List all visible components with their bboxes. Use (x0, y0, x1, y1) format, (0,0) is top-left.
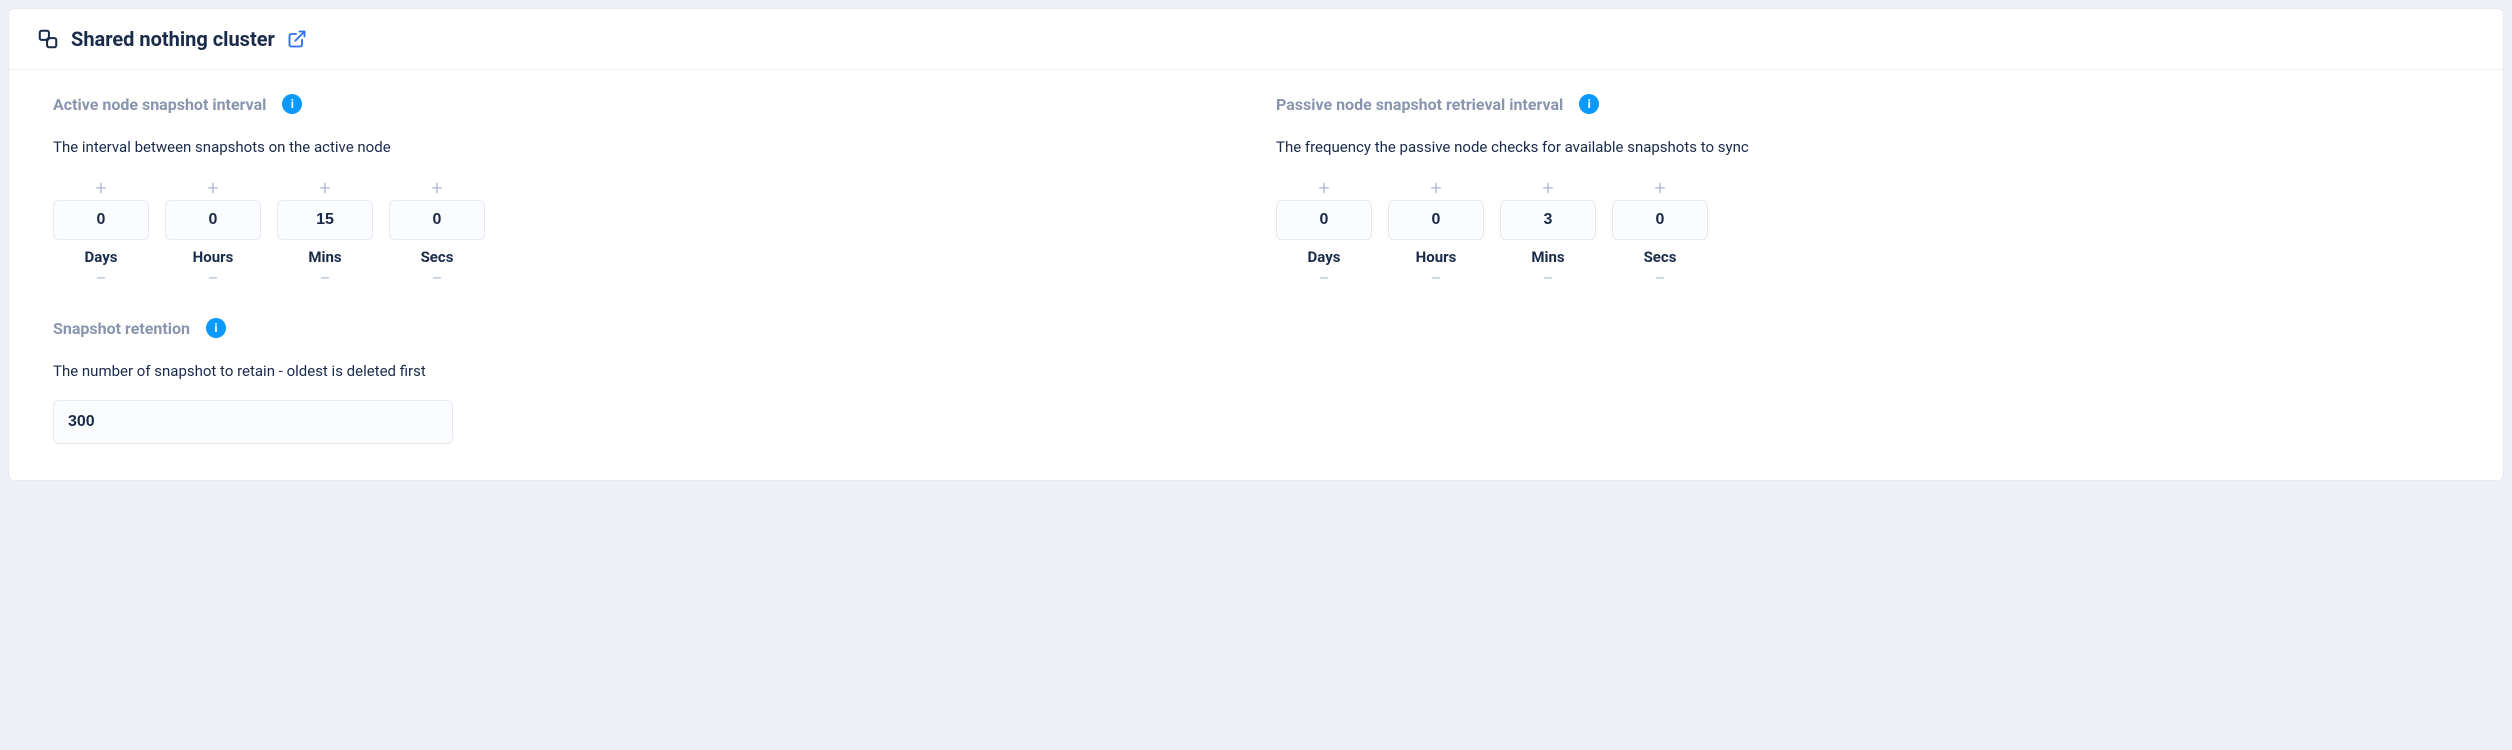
days-input[interactable] (53, 200, 149, 240)
info-icon[interactable]: i (282, 94, 302, 114)
time-unit-label: Mins (308, 248, 341, 266)
info-icon[interactable]: i (206, 318, 226, 338)
decrement-button[interactable]: − (1612, 266, 1708, 290)
panel-header: Shared nothing cluster (9, 9, 2503, 70)
passive-interval-title: Passive node snapshot retrieval interval (1276, 95, 1563, 114)
increment-button[interactable]: + (53, 176, 149, 200)
time-unit-secs: + Secs − (1612, 176, 1708, 290)
increment-button[interactable]: + (165, 176, 261, 200)
hours-input[interactable] (165, 200, 261, 240)
active-interval-controls: + Days − + Hours − + Mins − (53, 176, 1236, 290)
time-unit-hours: + Hours − (165, 176, 261, 290)
time-unit-label: Hours (1416, 248, 1457, 266)
time-unit-label: Secs (421, 248, 454, 266)
time-unit-label: Secs (1644, 248, 1677, 266)
passive-interval-controls: + Days − + Hours − + Mins − (1276, 176, 2459, 290)
decrement-button[interactable]: − (1276, 266, 1372, 290)
time-unit-label: Mins (1531, 248, 1564, 266)
active-interval-section: Active node snapshot interval i The inte… (53, 94, 1236, 290)
increment-button[interactable]: + (277, 176, 373, 200)
increment-button[interactable]: + (1388, 176, 1484, 200)
time-unit-label: Days (1308, 248, 1341, 266)
time-unit-mins: + Mins − (277, 176, 373, 290)
time-unit-mins: + Mins − (1500, 176, 1596, 290)
time-unit-label: Hours (193, 248, 234, 266)
time-unit-secs: + Secs − (389, 176, 485, 290)
mins-input[interactable] (1500, 200, 1596, 240)
retention-title: Snapshot retention (53, 319, 190, 338)
decrement-button[interactable]: − (1388, 266, 1484, 290)
external-link-icon[interactable] (287, 29, 307, 49)
retention-input[interactable] (53, 400, 453, 444)
active-interval-desc: The interval between snapshots on the ac… (53, 138, 1236, 156)
panel-title: Shared nothing cluster (71, 27, 275, 51)
increment-button[interactable]: + (1500, 176, 1596, 200)
time-unit-label: Days (85, 248, 118, 266)
decrement-button[interactable]: − (389, 266, 485, 290)
panel-body: Active node snapshot interval i The inte… (9, 70, 2503, 480)
passive-interval-section: Passive node snapshot retrieval interval… (1276, 94, 2459, 290)
passive-interval-desc: The frequency the passive node checks fo… (1276, 138, 2459, 156)
increment-button[interactable]: + (389, 176, 485, 200)
increment-button[interactable]: + (1612, 176, 1708, 200)
shared-nothing-cluster-panel: Shared nothing cluster Active node snaps… (8, 8, 2504, 481)
mins-input[interactable] (277, 200, 373, 240)
time-unit-hours: + Hours − (1388, 176, 1484, 290)
info-icon[interactable]: i (1579, 94, 1599, 114)
retention-section: Snapshot retention i The number of snaps… (53, 318, 1236, 444)
hours-input[interactable] (1388, 200, 1484, 240)
secs-input[interactable] (389, 200, 485, 240)
decrement-button[interactable]: − (165, 266, 261, 290)
cluster-icon (37, 28, 59, 50)
time-unit-days: + Days − (1276, 176, 1372, 290)
increment-button[interactable]: + (1276, 176, 1372, 200)
days-input[interactable] (1276, 200, 1372, 240)
decrement-button[interactable]: − (277, 266, 373, 290)
retention-desc: The number of snapshot to retain - oldes… (53, 362, 1236, 380)
secs-input[interactable] (1612, 200, 1708, 240)
decrement-button[interactable]: − (1500, 266, 1596, 290)
time-unit-days: + Days − (53, 176, 149, 290)
decrement-button[interactable]: − (53, 266, 149, 290)
active-interval-title: Active node snapshot interval (53, 95, 266, 114)
